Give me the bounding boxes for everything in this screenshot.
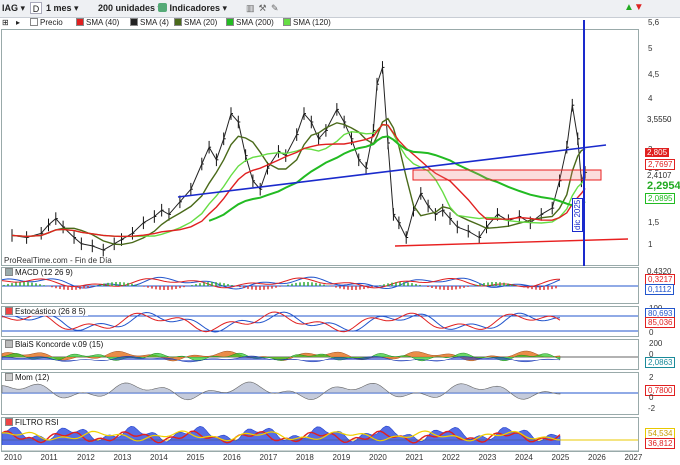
stoch-t0: 0 <box>649 328 654 337</box>
rsi-title: FILTRO RSI <box>3 418 61 427</box>
mom-t0: 0 <box>649 393 654 402</box>
stoch-swatch <box>5 307 13 315</box>
mom-tm2: -2 <box>648 404 656 413</box>
rsi-v2: 36,812 <box>645 438 676 449</box>
y-tick-label: 1,5 <box>648 218 660 227</box>
koncorde-t200: 200 <box>649 339 663 348</box>
rsi-swatch <box>5 418 13 426</box>
x-tick-label: 2021 <box>405 453 424 462</box>
y-tick-label: 5 <box>648 44 653 53</box>
koncorde-swatch <box>5 340 13 348</box>
mom-title-text: Mom (12) <box>15 373 50 382</box>
mom-swatch <box>5 373 13 381</box>
value-box-v6: 2,0895 <box>645 193 676 204</box>
data-source-label: ProRealTime.com - Fin de Día <box>4 256 112 265</box>
stoch-v2: 85,036 <box>645 317 676 328</box>
value-box-v1: 3,5550 <box>645 115 674 124</box>
x-tick-label: 2019 <box>332 453 351 462</box>
x-tick-label: 2012 <box>77 453 95 462</box>
resistance-zone <box>412 169 602 181</box>
macd-line <box>1 276 561 290</box>
x-tick-label: 2022 <box>442 453 460 462</box>
x-tick-label: 2010 <box>4 453 22 462</box>
x-tick-label: 2027 <box>624 453 643 462</box>
value-box-v4: 2,4107 <box>645 171 674 180</box>
x-tick-label: 2025 <box>551 453 570 462</box>
koncorde-v1: 2,0863 <box>645 357 676 368</box>
support-line-red <box>394 238 629 247</box>
y-tick-label: 5,6 <box>648 18 660 27</box>
x-tick-label: 2024 <box>515 453 533 462</box>
stoch-title-text: Estocástico (26 8 5) <box>15 307 86 316</box>
x-tick-label: 2014 <box>150 453 168 462</box>
x-tick-label: 2013 <box>113 453 132 462</box>
macd-swatch <box>5 268 13 276</box>
x-tick-label: 2017 <box>259 453 278 462</box>
x-tick-label: 2016 <box>223 453 241 462</box>
mom-title: Mom (12) <box>3 373 52 382</box>
x-tick-label: 2011 <box>40 453 58 462</box>
x-tick-label: 2015 <box>186 453 205 462</box>
macd-v3: 0,1112 <box>645 284 675 295</box>
koncorde-title: BlaiS Koncorde v.09 (15) <box>3 340 106 349</box>
x-tick-label: 2018 <box>296 453 314 462</box>
y-tick-label: 4 <box>648 94 653 103</box>
mom-t2: 2 <box>649 373 654 382</box>
y-tick-label: 1 <box>648 240 653 249</box>
rsi-title-text: FILTRO RSI <box>15 418 59 427</box>
macd-title-text: MACD (12 26 9) <box>15 268 73 277</box>
vline-date-label: dic 2025 <box>572 197 583 232</box>
macd-title: MACD (12 26 9) <box>3 268 75 277</box>
koncorde-title-text: BlaiS Koncorde v.09 (15) <box>15 340 104 349</box>
chart-canvas[interactable] <box>0 0 680 465</box>
value-box-v3: 2,7697 <box>645 159 676 170</box>
main-panel-frame <box>1 29 639 266</box>
x-tick-label: 2023 <box>478 453 497 462</box>
x-tick-label: 2026 <box>588 453 606 462</box>
stoch-title: Estocástico (26 8 5) <box>3 307 88 316</box>
value-box-v5: 2,2954 <box>645 180 680 192</box>
y-tick-label: 4,5 <box>648 70 660 79</box>
mom-area <box>1 381 561 401</box>
value-box-v2: 2,805 <box>645 148 670 157</box>
x-tick-label: 2020 <box>369 453 387 462</box>
